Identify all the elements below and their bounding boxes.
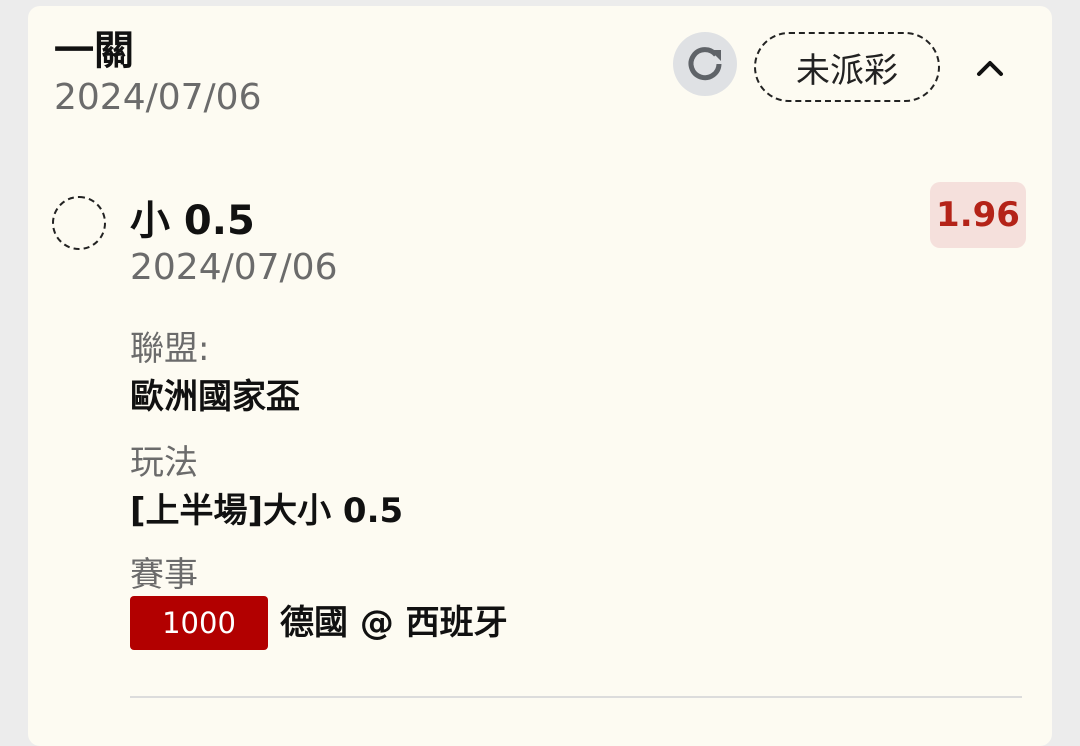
- divider: [130, 696, 1022, 698]
- bet-type-title: 一關: [54, 28, 134, 74]
- bet-header-date: 2024/07/06: [54, 77, 262, 118]
- status-badge: 未派彩: [754, 32, 940, 102]
- refresh-icon: [688, 47, 722, 81]
- collapse-button[interactable]: [968, 46, 1012, 90]
- league-value: 歐洲國家盃: [130, 377, 300, 417]
- market-value: [上半場]大小 0.5: [130, 491, 404, 531]
- market-label: 玩法: [130, 443, 198, 483]
- league-label: 聯盟:: [130, 329, 210, 369]
- bet-select-radio[interactable]: [52, 196, 106, 250]
- refresh-button[interactable]: [673, 32, 737, 96]
- match-label: 賽事: [130, 555, 198, 595]
- match-code-badge: 1000: [130, 596, 268, 650]
- bet-date: 2024/07/06: [130, 247, 338, 288]
- chevron-up-icon: [977, 61, 1003, 76]
- bet-selection: 小 0.5: [130, 198, 255, 244]
- odds-badge: 1.96: [930, 182, 1026, 248]
- bet-card: 一關 2024/07/06 未派彩 小 0.5 2024/07/06 1.96 …: [28, 6, 1052, 746]
- match-teams: 德國 @ 西班牙: [280, 603, 508, 643]
